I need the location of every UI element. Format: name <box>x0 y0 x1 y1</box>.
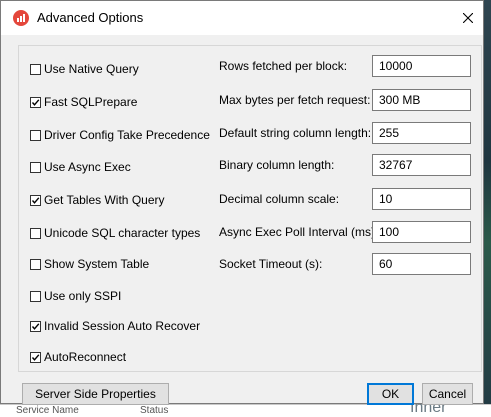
field-label: Binary column length: <box>219 158 335 172</box>
checkbox-label: Invalid Session Auto Recover <box>44 319 201 333</box>
close-icon <box>463 13 473 23</box>
checkbox-row[interactable]: Get Tables With Query <box>30 192 165 208</box>
checkbox-checked[interactable] <box>30 351 41 363</box>
checkmark-icon <box>31 196 40 204</box>
field-label: Async Exec Poll Interval (ms): <box>219 225 379 239</box>
checkbox-unchecked[interactable] <box>30 227 41 239</box>
checkbox-unchecked[interactable] <box>30 129 41 141</box>
field-input[interactable] <box>372 89 471 111</box>
checkbox-row[interactable]: Use Async Exec <box>30 159 131 175</box>
background-app-strip: Service Name Status Inner <box>0 399 491 417</box>
checkbox-checked[interactable] <box>30 194 41 206</box>
cancel-button[interactable]: Cancel <box>422 383 473 405</box>
checkbox-unchecked[interactable] <box>30 63 41 75</box>
field-label: Default string column length: <box>219 126 372 140</box>
checkbox-checked[interactable] <box>30 96 41 108</box>
background-column-status: Status <box>140 405 169 416</box>
close-button[interactable] <box>453 4 483 32</box>
background-column-service-name: Service Name <box>16 405 79 416</box>
field-input[interactable] <box>372 55 471 77</box>
checkbox-row[interactable]: AutoReconnect <box>30 349 126 365</box>
checkbox-unchecked[interactable] <box>30 258 41 270</box>
field-input[interactable] <box>372 122 471 144</box>
checkbox-checked[interactable] <box>30 320 41 332</box>
dialog-title: Advanced Options <box>37 10 144 25</box>
field-input[interactable] <box>372 253 471 275</box>
field-input[interactable] <box>372 154 471 176</box>
checkbox-label: AutoReconnect <box>44 350 127 364</box>
checkbox-row[interactable]: Unicode SQL character types <box>30 225 200 241</box>
checkmark-icon <box>31 353 40 361</box>
title-bar[interactable]: Advanced Options <box>1 1 483 35</box>
field-label: Max bytes per fetch request: <box>219 93 371 107</box>
checkbox-label: Driver Config Take Precedence <box>44 128 210 142</box>
field-label: Socket Timeout (s): <box>219 257 323 271</box>
ok-button[interactable]: OK <box>367 383 414 405</box>
checkbox-row[interactable]: Use only SSPI <box>30 288 121 304</box>
checkbox-label: Use Native Query <box>44 62 139 76</box>
background-app-edge <box>484 0 491 404</box>
field-input[interactable] <box>372 188 471 210</box>
checkbox-label: Fast SQLPrepare <box>44 95 138 109</box>
checkbox-row[interactable]: Show System Table <box>30 256 149 272</box>
checkbox-row[interactable]: Use Native Query <box>30 61 139 77</box>
checkbox-unchecked[interactable] <box>30 290 41 302</box>
checkmark-icon <box>31 98 40 106</box>
field-label: Rows fetched per block: <box>219 59 348 73</box>
checkbox-row[interactable]: Invalid Session Auto Recover <box>30 318 200 334</box>
server-side-properties-button[interactable]: Server Side Properties <box>22 383 169 405</box>
checkbox-label: Use only SSPI <box>44 289 122 303</box>
checkbox-unchecked[interactable] <box>30 161 41 173</box>
advanced-options-dialog: Advanced Options Use Native Query Fast SQ… <box>0 0 484 405</box>
app-chart-icon <box>13 10 29 26</box>
field-label: Decimal column scale: <box>219 192 340 206</box>
checkbox-label: Get Tables With Query <box>44 193 165 207</box>
checkbox-label: Unicode SQL character types <box>44 226 201 240</box>
checkmark-icon <box>31 322 40 330</box>
checkbox-row[interactable]: Fast SQLPrepare <box>30 94 137 110</box>
checkbox-row[interactable]: Driver Config Take Precedence <box>30 127 210 143</box>
checkbox-label: Show System Table <box>44 257 150 271</box>
checkbox-label: Use Async Exec <box>44 160 131 174</box>
field-input[interactable] <box>372 221 471 243</box>
